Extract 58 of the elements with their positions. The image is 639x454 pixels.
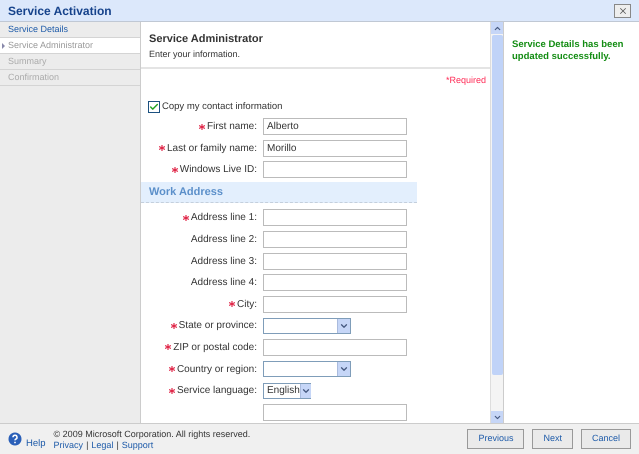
input-field[interactable]: [263, 231, 407, 248]
close-icon: [618, 6, 628, 16]
required-note: *Required: [446, 74, 486, 87]
page-subtitle: Enter your information.: [149, 48, 242, 61]
field-label: City:: [237, 298, 257, 312]
footer-link[interactable]: Privacy: [54, 440, 84, 451]
separator: |: [86, 440, 88, 451]
window-title: Service Activation: [8, 2, 112, 20]
required-icon: [168, 366, 175, 372]
required-icon: [170, 322, 177, 329]
field-label: ZIP or postal code:: [173, 340, 257, 355]
input-field[interactable]: [263, 161, 407, 178]
field-label: Service language:: [176, 384, 257, 398]
footer-link[interactable]: Support: [122, 440, 154, 451]
field-label: Address line 1:: [190, 211, 257, 226]
required-icon: [172, 166, 178, 173]
field-label: First name:: [206, 120, 257, 134]
field-label: Address line 3:: [190, 254, 257, 269]
required-icon: [229, 301, 235, 308]
field-label: Address line 2:: [190, 233, 257, 248]
page-title: Service Administrator: [149, 32, 264, 47]
footer-link[interactable]: Legal: [91, 440, 114, 451]
check-icon: [149, 102, 159, 112]
input-field[interactable]: Alberto: [263, 118, 407, 136]
success-message: Service Details has been updated successfully.: [512, 39, 624, 63]
required-icon: [165, 344, 172, 350]
checkbox[interactable]: [148, 100, 160, 113]
copyright-text: © 2009 Microsoft Corporation. All rights reserved.: [54, 429, 250, 440]
input-field[interactable]: [263, 209, 407, 226]
pointer-icon: [2, 43, 5, 49]
dropdown-field[interactable]: [263, 318, 351, 334]
input-field[interactable]: [263, 296, 407, 313]
field-label: Last or family name:: [166, 142, 257, 156]
help-link[interactable]: Help: [26, 436, 46, 451]
close-button[interactable]: [614, 4, 631, 18]
field-label: Windows Live ID:: [180, 163, 257, 178]
wizard-button[interactable]: Cancel: [580, 429, 631, 449]
checkbox-label: Copy my contact information: [162, 100, 282, 114]
input-field[interactable]: [263, 274, 407, 292]
dropdown-field[interactable]: [263, 361, 351, 378]
section-header: Work Address: [141, 182, 417, 204]
field-label: Country or region:: [176, 362, 257, 377]
dropdown-field[interactable]: English: [263, 382, 311, 399]
required-icon: [168, 388, 175, 394]
help-icon[interactable]: [8, 432, 22, 446]
required-icon: [198, 124, 205, 130]
input-field[interactable]: [263, 404, 407, 421]
field-label: State or province:: [178, 319, 257, 334]
separator: |: [116, 440, 119, 451]
required-icon: [158, 145, 165, 152]
input-field[interactable]: [263, 338, 407, 356]
field-label: Address line 4:: [190, 276, 257, 290]
input-field[interactable]: [263, 252, 407, 270]
input-field[interactable]: Morillo: [263, 140, 407, 157]
wizard-button[interactable]: Previous: [467, 429, 524, 449]
required-icon: [182, 214, 189, 221]
wizard-button[interactable]: Next: [532, 429, 573, 449]
scrollbar[interactable]: [490, 22, 503, 423]
